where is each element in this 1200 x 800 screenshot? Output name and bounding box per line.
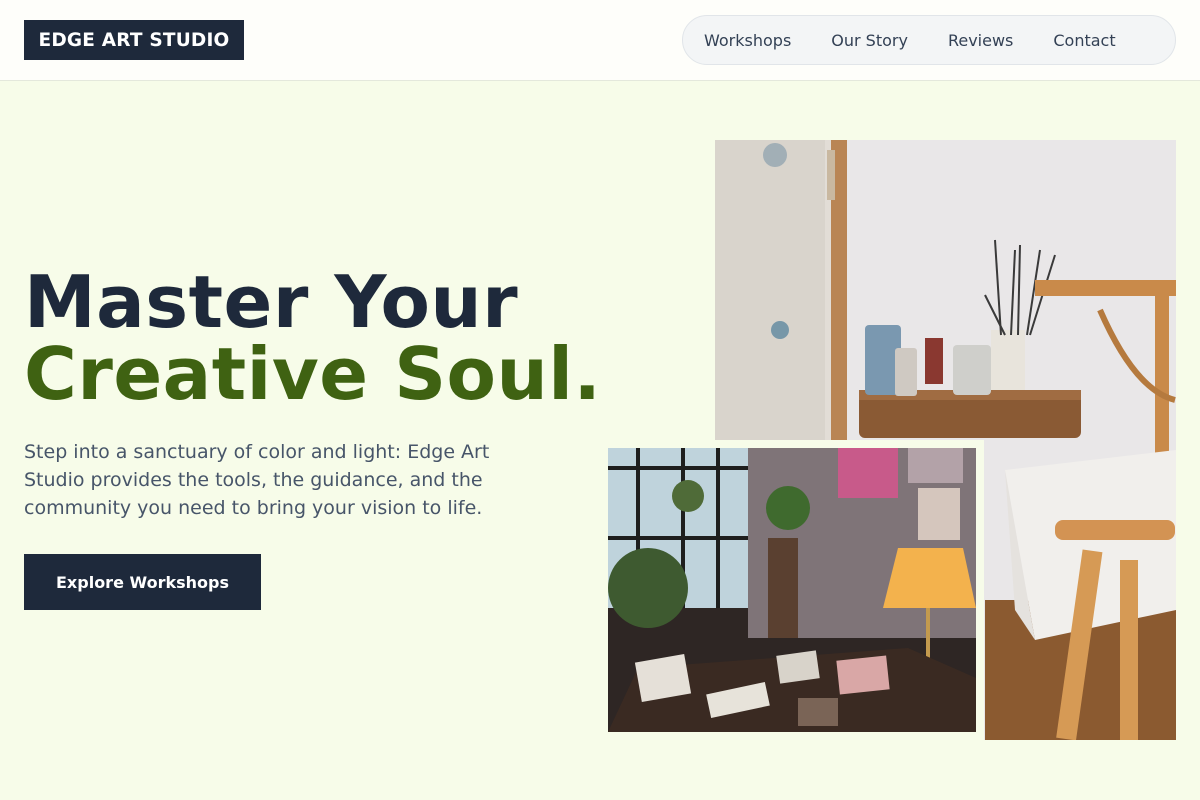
hero-title: Master Your Creative Soul.	[24, 266, 624, 410]
brand-logo[interactable]: EDGE ART STUDIO	[24, 20, 244, 60]
nav-item-our-story[interactable]: Our Story	[831, 31, 908, 50]
hero-title-line-1: Master Your	[24, 260, 519, 344]
explore-workshops-button[interactable]: Explore Workshops	[24, 554, 261, 610]
nav-item-reviews[interactable]: Reviews	[948, 31, 1013, 50]
studio-interior-photo	[608, 448, 976, 732]
hero-title-line-2: Creative Soul.	[24, 332, 602, 416]
hero-description: Step into a sanctuary of color and light…	[24, 441, 490, 519]
site-header: EDGE ART STUDIO Workshops Our Story Revi…	[0, 0, 1200, 81]
main-nav: Workshops Our Story Reviews Contact	[682, 15, 1176, 65]
nav-item-contact[interactable]: Contact	[1053, 31, 1115, 50]
nav-item-workshops[interactable]: Workshops	[704, 31, 791, 50]
